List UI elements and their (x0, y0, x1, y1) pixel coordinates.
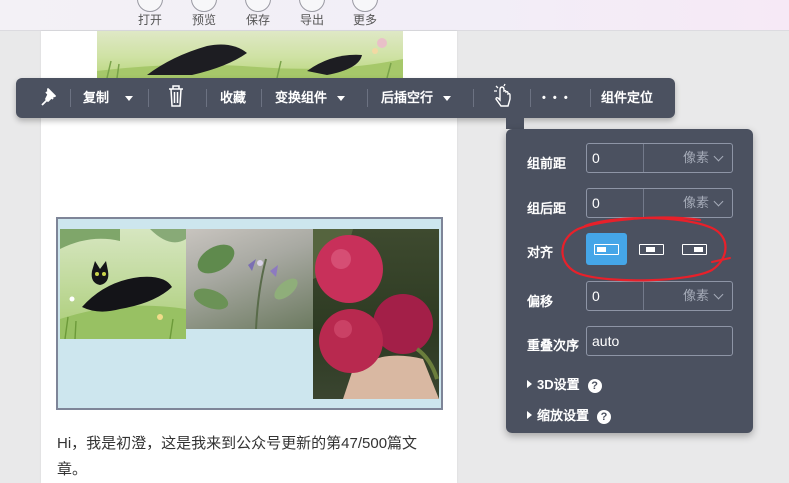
folder-open-icon (137, 0, 163, 12)
unit-select[interactable]: 像素 (683, 282, 709, 310)
article-paragraph[interactable]: Hi，我是初澄，这是我来到公众号更新的第47/500篇文章。 (57, 431, 447, 483)
preview-icon (191, 0, 217, 12)
chevron-down-icon (337, 96, 346, 102)
offset-input[interactable]: 0 像素 (586, 281, 733, 311)
toolbar-open-button[interactable]: 打开 (128, 0, 172, 27)
toolbar-export-button[interactable]: 导出 (290, 0, 334, 27)
help-icon[interactable]: ? (587, 379, 602, 393)
chevron-down-icon[interactable] (713, 151, 724, 162)
margin-top-input[interactable]: 0 像素 (586, 143, 733, 173)
image-collage[interactable] (56, 217, 443, 410)
pointer-hand-icon[interactable] (493, 78, 513, 118)
align-center-button[interactable] (631, 233, 672, 265)
z-index-label: 重叠次序 (527, 338, 580, 353)
margin-bottom-input[interactable]: 0 像素 (586, 188, 733, 218)
align-label: 对齐 (527, 245, 554, 260)
flower-photo[interactable] (186, 229, 313, 329)
plum-photo[interactable] (313, 229, 439, 399)
chevron-down-icon[interactable] (713, 289, 724, 300)
cat-photo[interactable] (60, 229, 186, 339)
chevron-down-icon[interactable] (713, 196, 724, 207)
3d-settings-toggle[interactable]: 3D设置? (527, 374, 602, 393)
settings-panel: 组前距 0 像素 组后距 0 像素 对齐 偏移 0 像素 重叠次序 auto 3… (506, 129, 753, 433)
copy-button[interactable]: 复制 (83, 78, 134, 118)
align-right-icon (682, 244, 707, 255)
toolbar-save-button[interactable]: 保存 (236, 0, 280, 27)
unit-select[interactable]: 像素 (683, 189, 709, 217)
locate-component-button[interactable]: 组件定位 (601, 78, 653, 118)
insert-blank-line-button[interactable]: 后插空行 (381, 78, 452, 118)
more-icon (352, 0, 378, 12)
align-left-button[interactable] (586, 233, 627, 265)
delete-icon[interactable] (168, 78, 184, 118)
cat-image-top[interactable] (97, 31, 403, 78)
pin-icon[interactable] (38, 78, 56, 118)
z-index-input[interactable]: auto (586, 326, 733, 356)
caret-right-icon (527, 380, 532, 388)
align-center-icon (639, 244, 664, 255)
toolbar-preview-button[interactable]: 预览 (182, 0, 226, 27)
top-toolbar: 打开 预览 保存 导出 更多 (0, 0, 789, 31)
align-right-button[interactable] (674, 233, 715, 265)
save-icon (245, 0, 271, 12)
margin-top-label: 组前距 (527, 156, 567, 171)
toolbar-more-button[interactable]: 更多 (343, 0, 387, 27)
component-toolbar: 复制 收藏 变换组件 后插空行 • • • 组件定位 (16, 78, 675, 118)
chevron-down-icon (125, 96, 134, 102)
export-icon (299, 0, 325, 12)
align-left-icon (594, 244, 619, 255)
offset-label: 偏移 (527, 294, 554, 309)
switch-component-button[interactable]: 变换组件 (275, 78, 346, 118)
margin-bottom-label: 组后距 (527, 201, 567, 216)
chevron-down-icon (443, 96, 452, 102)
more-options-icon[interactable]: • • • (542, 78, 570, 118)
help-icon[interactable]: ? (597, 410, 612, 424)
caret-right-icon (527, 411, 532, 419)
unit-select[interactable]: 像素 (683, 144, 709, 172)
favorite-button[interactable]: 收藏 (220, 78, 246, 118)
panel-drag-handle[interactable] (506, 117, 524, 129)
scale-settings-toggle[interactable]: 缩放设置? (527, 405, 612, 424)
